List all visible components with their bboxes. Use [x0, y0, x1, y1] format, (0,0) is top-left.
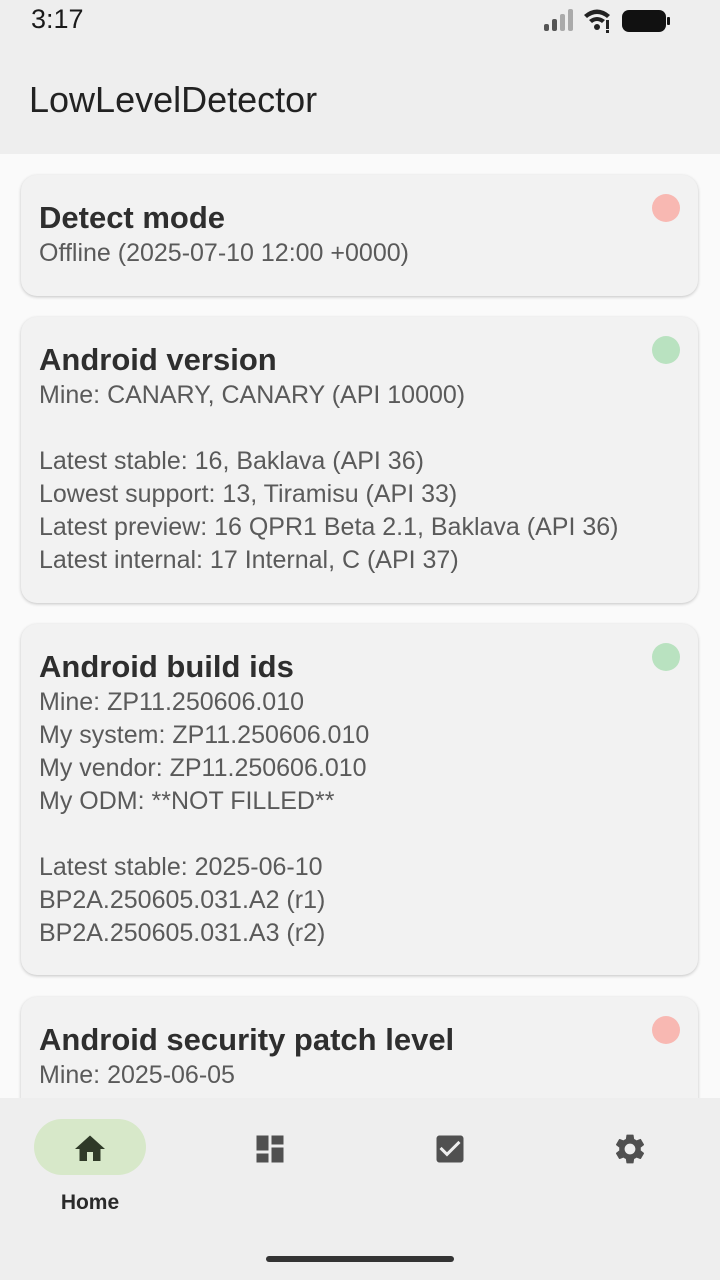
settings-gear-icon: [615, 1134, 645, 1164]
card-line: Latest stable: 16, Baklava (API 36): [39, 447, 424, 475]
card-title: Android version: [39, 342, 277, 377]
dashboard-icon: [256, 1135, 284, 1163]
status-indicator: [652, 336, 680, 364]
nav-item-home[interactable]: Home: [34, 1119, 146, 1229]
cellular-signal-icon: [544, 9, 573, 31]
app-title: LowLevelDetector: [29, 79, 318, 120]
card-line: My vendor: ZP11.250606.010: [39, 754, 367, 782]
status-time: 3:17: [31, 4, 84, 34]
card-title: Android build ids: [39, 649, 294, 684]
status-bar: 3:17: [0, 0, 720, 44]
card-line: Mine: 2025-06-05: [39, 1061, 235, 1089]
card-security-patch-level[interactable]: Android security patch level Mine: 2025-…: [21, 997, 698, 1098]
app-bar: LowLevelDetector: [0, 44, 720, 154]
card-list[interactable]: Detect mode Offline (2025-07-10 12:00 +0…: [0, 154, 720, 1098]
card-line-spacer: [39, 412, 680, 445]
nav-label: Home: [60, 1191, 120, 1214]
card-android-build-ids[interactable]: Android build ids Mine: ZP11.250606.010 …: [21, 624, 698, 975]
card-line: My system: ZP11.250606.010: [39, 721, 370, 749]
nav-item-settings[interactable]: [574, 1119, 686, 1229]
checkbox-icon: [436, 1135, 464, 1163]
card-android-version[interactable]: Android version Mine: CANARY, CANARY (AP…: [21, 317, 698, 603]
status-indicator: [652, 643, 680, 671]
battery-icon: [622, 10, 670, 32]
card-line: Latest preview: 16 QPR1 Beta 2.1, Baklav…: [39, 513, 619, 541]
nav-item-dashboard[interactable]: [214, 1119, 326, 1229]
gesture-navigation-bar[interactable]: [266, 1256, 454, 1262]
card-line: Lowest support: 13, Tiramisu (API 33): [39, 480, 458, 508]
card-line: BP2A.250605.031.A2 (r1): [39, 886, 326, 914]
card-title: Android security patch level: [39, 1022, 455, 1057]
status-indicator: [652, 1016, 680, 1044]
card-line: Offline (2025-07-10 12:00 +0000): [39, 239, 409, 267]
card-line-spacer: [39, 818, 680, 851]
home-icon: [75, 1135, 105, 1161]
card-line: My ODM: **NOT FILLED**: [39, 787, 335, 815]
nav-item-checklist[interactable]: [394, 1119, 506, 1229]
bottom-navigation: Home: [0, 1098, 720, 1280]
card-line: Mine: ZP11.250606.010: [39, 688, 305, 716]
card-detect-mode[interactable]: Detect mode Offline (2025-07-10 12:00 +0…: [21, 175, 698, 296]
card-title: Detect mode: [39, 200, 226, 235]
status-indicator: [652, 194, 680, 222]
card-line: Latest internal: 17 Internal, C (API 37): [39, 546, 459, 574]
wifi-icon: [584, 9, 610, 33]
card-line: Mine: CANARY, CANARY (API 10000): [39, 381, 466, 409]
card-line: BP2A.250605.031.A3 (r2): [39, 919, 326, 947]
card-line: Latest stable: 2025-06-10: [39, 853, 323, 881]
status-icons: [544, 8, 672, 34]
